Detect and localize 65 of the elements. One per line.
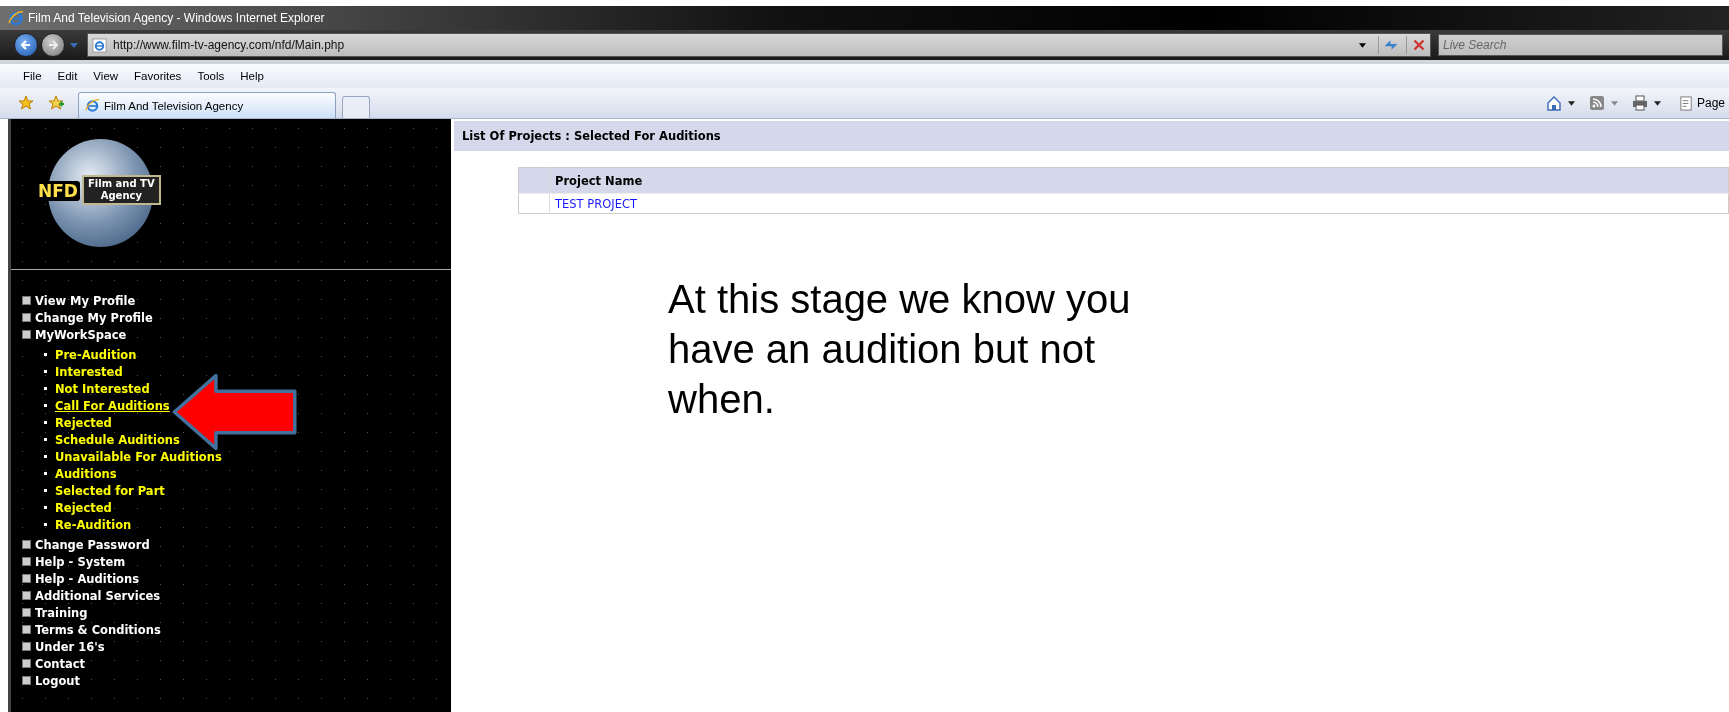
page-icon (92, 37, 107, 53)
sidebar-sublink[interactable]: Schedule Auditions (55, 432, 180, 447)
window-title: Film And Television Agency - Windows Internet Explorer (28, 11, 325, 25)
sidebar-link[interactable]: Help - Auditions (35, 571, 139, 586)
menu-item[interactable]: Tools (188, 70, 232, 82)
bullet-icon (44, 370, 47, 373)
sidebar-sublink[interactable]: Rejected (55, 500, 112, 515)
browser-logo-icon (85, 98, 100, 113)
bullet-icon (44, 421, 47, 424)
bullet-icon (44, 353, 47, 356)
feed-icon[interactable] (1588, 95, 1605, 111)
menu-item[interactable]: Favorites (125, 70, 189, 82)
sidebar-sublink[interactable]: Auditions (55, 466, 117, 481)
menu-item[interactable]: Edit (48, 70, 85, 82)
sidebar-link[interactable]: Change My Profile (35, 310, 153, 325)
sidebar-link[interactable]: Contact (35, 656, 86, 671)
page-heading: List Of Projects : Selected For Auditions (454, 121, 1729, 151)
bullet-icon (44, 523, 47, 526)
sidebar-link[interactable]: Additional Services (35, 588, 161, 603)
new-tab-button[interactable] (342, 96, 370, 118)
forward-button[interactable] (41, 33, 65, 57)
sidebar-sublink[interactable]: Re-Audition (55, 517, 132, 532)
column-header: Project Name (549, 167, 1729, 194)
search-field[interactable]: Live Search (1438, 34, 1723, 56)
sidebar-link[interactable]: Change Password (35, 537, 150, 552)
menu-item[interactable]: Help (231, 70, 271, 82)
sidebar-sublink[interactable]: Rejected (55, 415, 112, 430)
home-icon[interactable] (1545, 95, 1562, 111)
dropdown-caret-icon[interactable] (1359, 42, 1366, 48)
page-menu-button[interactable]: Page (1674, 95, 1729, 111)
add-star-icon[interactable] (48, 95, 64, 111)
annotation-text: At this stage we know you have an audition but not when. (668, 276, 1132, 423)
sidebar-sublink[interactable]: Call For Auditions (55, 398, 170, 413)
bullet-icon (44, 387, 47, 390)
bullet-icon (44, 455, 47, 458)
sidebar-sublink[interactable]: Selected for Part (55, 483, 165, 498)
sidebar-sublink[interactable]: Interested (55, 364, 123, 379)
bullet-icon (44, 506, 47, 509)
sidebar-link[interactable]: MyWorkSpace (35, 327, 127, 342)
browser-tab[interactable]: Film And Television Agency (78, 92, 336, 118)
sidebar-link[interactable]: Under 16's (35, 639, 105, 654)
menu-item[interactable]: File (14, 70, 49, 82)
refresh-icon[interactable] (1378, 36, 1400, 54)
browser-logo-icon (8, 10, 24, 26)
sidebar-sublink[interactable]: Pre-Audition (55, 347, 137, 362)
sidebar-sublink[interactable]: Not Interested (55, 381, 150, 396)
sidebar-link[interactable]: View My Profile (35, 293, 136, 308)
page-icon (1678, 95, 1694, 111)
sidebar-sublink[interactable]: Unavailable For Auditions (55, 449, 222, 464)
bullet-icon (44, 438, 47, 441)
sidebar-link[interactable]: Terms & Conditions (35, 622, 161, 637)
menu-item[interactable]: View (84, 70, 126, 82)
sidebar-link[interactable]: Logout (35, 673, 81, 688)
bullet-icon (44, 472, 47, 475)
caret-icon[interactable] (1567, 100, 1575, 106)
star-icon[interactable] (18, 95, 34, 111)
project-link[interactable]: TEST PROJECT (549, 193, 1729, 214)
bullet-icon (44, 489, 47, 492)
back-button[interactable] (14, 33, 38, 57)
caret-icon[interactable] (1653, 100, 1661, 106)
sidebar-link[interactable]: Training (35, 605, 88, 620)
printer-icon[interactable] (1631, 95, 1648, 111)
address-field[interactable]: http://www.film-tv-agency.com/nfd/Main.php (87, 33, 1431, 57)
sidebar-link[interactable]: Help - System (35, 554, 126, 569)
bullet-icon (44, 404, 47, 407)
